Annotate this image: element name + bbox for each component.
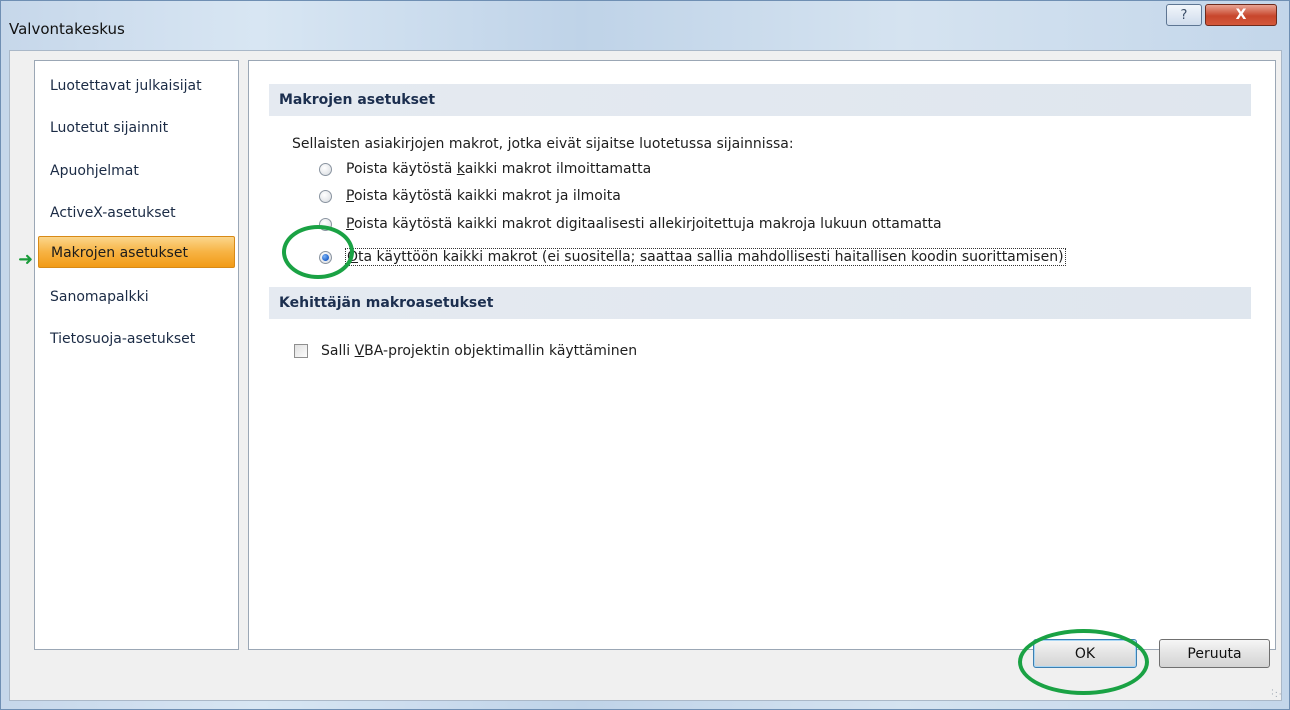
vba-access-checkbox[interactable] xyxy=(294,344,308,358)
radio-disable-except-signed[interactable]: Poista käytöstä kaikki makrot digitaalis… xyxy=(319,213,942,235)
dialog-client-area: ➜ Luotettavat julkaisijat Luotetut sijai… xyxy=(9,50,1282,701)
vba-object-model-access-checkbox-row[interactable]: Salli VBA-projektin objektimallin käyttä… xyxy=(294,340,637,362)
radio-label: Poista käytöstä kaikki makrot ilmoittama… xyxy=(346,161,652,177)
cancel-button[interactable]: Peruuta xyxy=(1159,639,1270,668)
radio-enable-all-macros[interactable]: Ota käyttöön kaikki makrot (ei suositell… xyxy=(319,246,1066,268)
pointer-arrow-icon: ➜ xyxy=(18,249,34,270)
macro-settings-description: Sellaisten asiakirjojen makrot, jotka ei… xyxy=(292,136,794,152)
help-button[interactable]: ? xyxy=(1166,4,1202,26)
close-button[interactable]: X xyxy=(1205,4,1277,26)
radio-label: Poista käytöstä kaikki makrot ja ilmoita xyxy=(346,188,621,204)
close-icon: X xyxy=(1235,7,1247,23)
radio-label: Ota käyttöön kaikki makrot (ei suositell… xyxy=(345,248,1066,266)
radio-button[interactable] xyxy=(319,189,332,203)
radio-button[interactable] xyxy=(319,162,332,176)
help-icon: ? xyxy=(1180,7,1188,23)
window-title: Valvontakeskus xyxy=(9,20,125,38)
macro-settings-header: Makrojen asetukset xyxy=(269,84,1251,116)
sidebar-item-activex-settings[interactable]: ActiveX-asetukset xyxy=(35,197,238,229)
settings-panel: Makrojen asetukset Sellaisten asiakirjoj… xyxy=(248,60,1276,650)
radio-label: Poista käytöstä kaikki makrot digitaalis… xyxy=(346,216,942,232)
sidebar-item-macro-settings[interactable]: Makrojen asetukset xyxy=(38,236,235,268)
ok-button[interactable]: OK xyxy=(1033,639,1137,668)
sidebar-item-trusted-locations[interactable]: Luotetut sijainnit xyxy=(35,112,238,144)
developer-settings-header: Kehittäjän makroasetukset xyxy=(269,287,1251,319)
sidebar-item-add-ins[interactable]: Apuohjelmat xyxy=(35,155,238,187)
radio-button[interactable] xyxy=(319,217,332,231)
sidebar-item-message-bar[interactable]: Sanomapalkki xyxy=(35,281,238,313)
category-sidebar: Luotettavat julkaisijat Luotetut sijainn… xyxy=(34,60,239,650)
checkbox-label: Salli VBA-projektin objektimallin käyttä… xyxy=(321,343,638,359)
title-bar: Valvontakeskus ? X xyxy=(1,1,1289,51)
radio-button-checked[interactable] xyxy=(319,250,332,264)
trust-center-dialog: Valvontakeskus ? X ➜ Luotettavat julkais… xyxy=(0,0,1290,710)
sidebar-item-trusted-publishers[interactable]: Luotettavat julkaisijat xyxy=(35,70,238,102)
radio-disable-with-notification[interactable]: Poista käytöstä kaikki makrot ja ilmoita xyxy=(319,185,621,207)
radio-disable-without-notification[interactable]: Poista käytöstä kaikki makrot ilmoittama… xyxy=(319,158,651,180)
resize-grip-icon[interactable]: ·. ·.· xyxy=(1271,687,1283,701)
sidebar-item-privacy-options[interactable]: Tietosuoja-asetukset xyxy=(35,323,238,355)
